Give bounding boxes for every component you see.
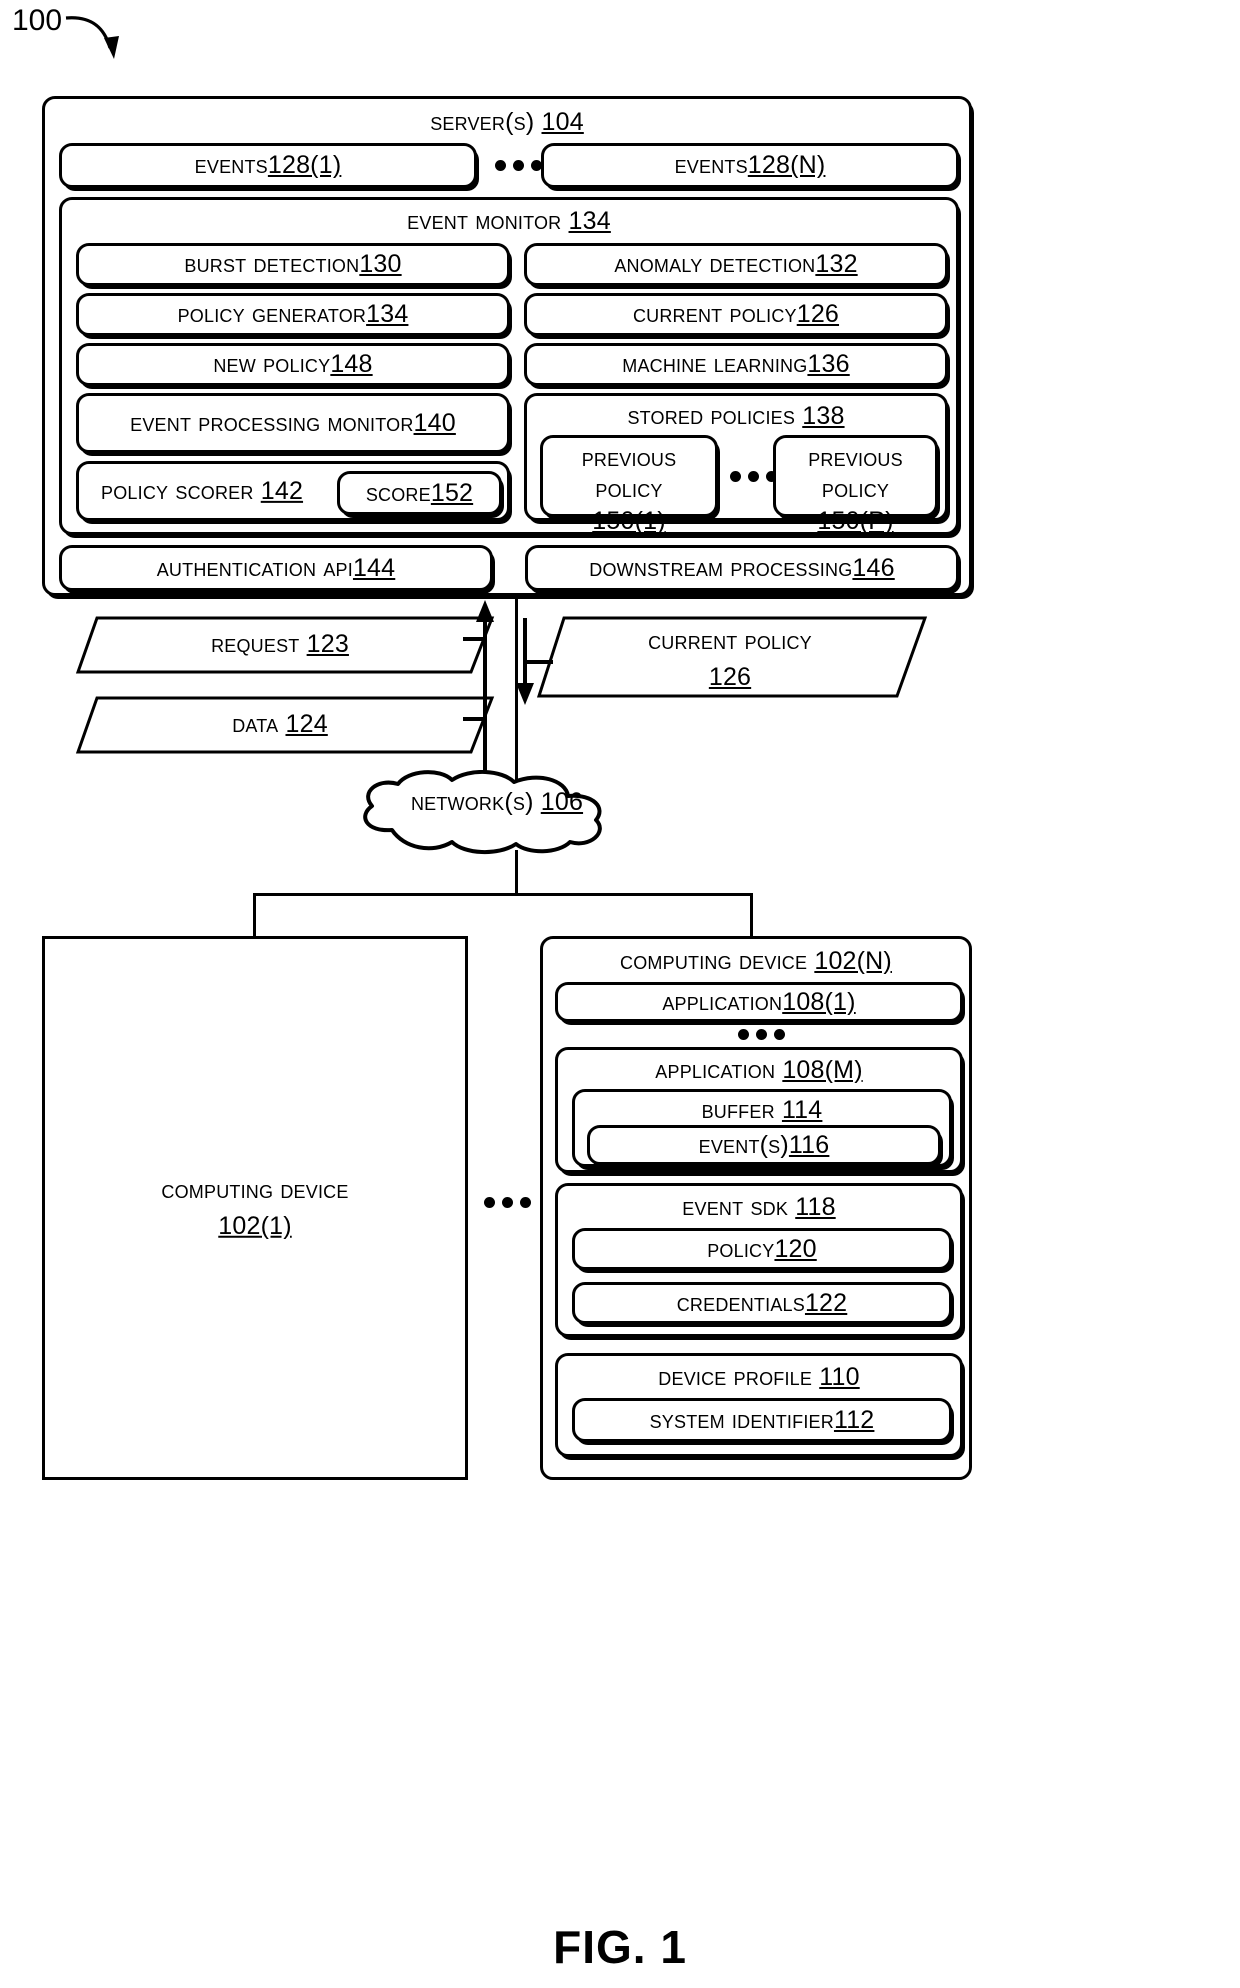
stored-policies-title: Stored Policies 138: [627, 402, 845, 430]
new-policy-box: New Policy 148: [76, 343, 510, 386]
data-label: Data 124: [232, 710, 328, 738]
machine-learning-box: Machine Learning 136: [524, 343, 948, 386]
application-m-title: Application 108(M): [655, 1056, 863, 1084]
current-policy-box: Current Policy 126: [524, 293, 948, 336]
downstream-processing-box: Downstream Processing 146: [525, 545, 959, 591]
events-box-n: Events 128(N): [541, 143, 959, 188]
device-profile-box: Device Profile 110 System Identifier 112: [555, 1353, 963, 1457]
device-n-drop-line: [750, 893, 753, 938]
current-policy-flow-label: Current Policy 126: [540, 623, 920, 696]
buffer-title: Buffer 114: [701, 1096, 823, 1124]
server-title: Server(s) 104: [430, 108, 584, 136]
current-policy-flow-text: Current Policy: [648, 627, 812, 655]
previous-policy-p-line2: Policy: [821, 475, 890, 504]
previous-policy-p-line1: Previous: [808, 444, 903, 472]
previous-policy-box-p: Previous Policy 150(P): [773, 435, 938, 535]
devices-bus-line: [253, 893, 753, 896]
events-ellipsis-icon: [495, 160, 542, 171]
computing-device-n-title: Computing Device 102(N): [620, 947, 892, 975]
event-sdk-box: Event SDK 118 Policy 120 Credentials 122: [555, 1183, 963, 1337]
credentials-box: Credentials 122: [572, 1282, 952, 1324]
event-processing-monitor-box: Event Processing Monitor 140: [76, 393, 510, 453]
computing-device-one-box: Computing Device 102(1): [42, 936, 468, 1480]
cloud-down-trunk: [515, 850, 518, 895]
device-profile-title: Device Profile 110: [658, 1363, 860, 1391]
stored-policies-container: Stored Policies 138 Previous Policy 150(…: [524, 393, 948, 535]
event-sdk-title: Event SDK 118: [682, 1193, 836, 1221]
events-box-1: Events 128(1): [59, 143, 477, 188]
previous-policy-box-1: Previous Policy 150(1): [540, 435, 718, 535]
network-label: Network(s) 106: [410, 788, 584, 816]
current-policy-flow-number: 126: [708, 663, 752, 692]
figure-caption: FIG. 1: [553, 1921, 687, 1973]
previous-policy-line2: Policy: [595, 475, 663, 504]
policy-scorer-box: Policy Scorer 142 Score 152: [76, 461, 510, 521]
policy-scorer-label: Policy Scorer 142: [101, 476, 304, 505]
figure-reference: 100: [12, 4, 119, 59]
computing-device-n-box: Computing Device 102(N) Application 108(…: [540, 936, 972, 1480]
score-box: Score 152: [337, 471, 502, 515]
burst-detection-box: Burst Detection 130: [76, 243, 510, 286]
event-monitor-container: Event Monitor 134 Burst Detection 130 Po…: [59, 197, 959, 535]
computing-device-one-number: 102(1): [218, 1212, 292, 1240]
policy-120-box: Policy 120: [572, 1228, 952, 1270]
previous-policy-number: 150(1): [592, 506, 666, 535]
applications-ellipsis-icon: [738, 1029, 785, 1040]
previous-policy-p-number: 150(P): [817, 506, 894, 535]
event-monitor-title: Event Monitor 134: [407, 207, 611, 235]
server-container: Server(s) 104 Events 128(1) Events 128(N…: [42, 96, 972, 596]
stored-policies-ellipsis-icon: [730, 471, 777, 482]
server-network-trunk: [515, 596, 518, 786]
figure-reference-number: 100: [12, 4, 63, 37]
device-one-drop-line: [253, 893, 256, 938]
anomaly-detection-box: Anomaly Detection 132: [524, 243, 948, 286]
computing-device-one-label: Computing Device: [161, 1175, 349, 1204]
figure-reference-arrow-icon: [65, 16, 119, 59]
request-label: Request 123: [211, 630, 349, 658]
previous-policy-line1: Previous: [581, 444, 677, 472]
authentication-api-box: Authentication API 144: [59, 545, 493, 591]
events-116-box: Event(s) 116: [587, 1125, 941, 1165]
system-identifier-box: System Identifier 112: [572, 1398, 952, 1442]
buffer-box: Buffer 114 Event(s) 116: [572, 1089, 952, 1167]
application-m-box: Application 108(M) Buffer 114 Event(s) 1…: [555, 1047, 963, 1173]
devices-ellipsis-icon: [484, 1197, 531, 1208]
policy-generator-box: Policy Generator 134: [76, 293, 510, 336]
application-1-box: Application 108(1): [555, 982, 963, 1022]
